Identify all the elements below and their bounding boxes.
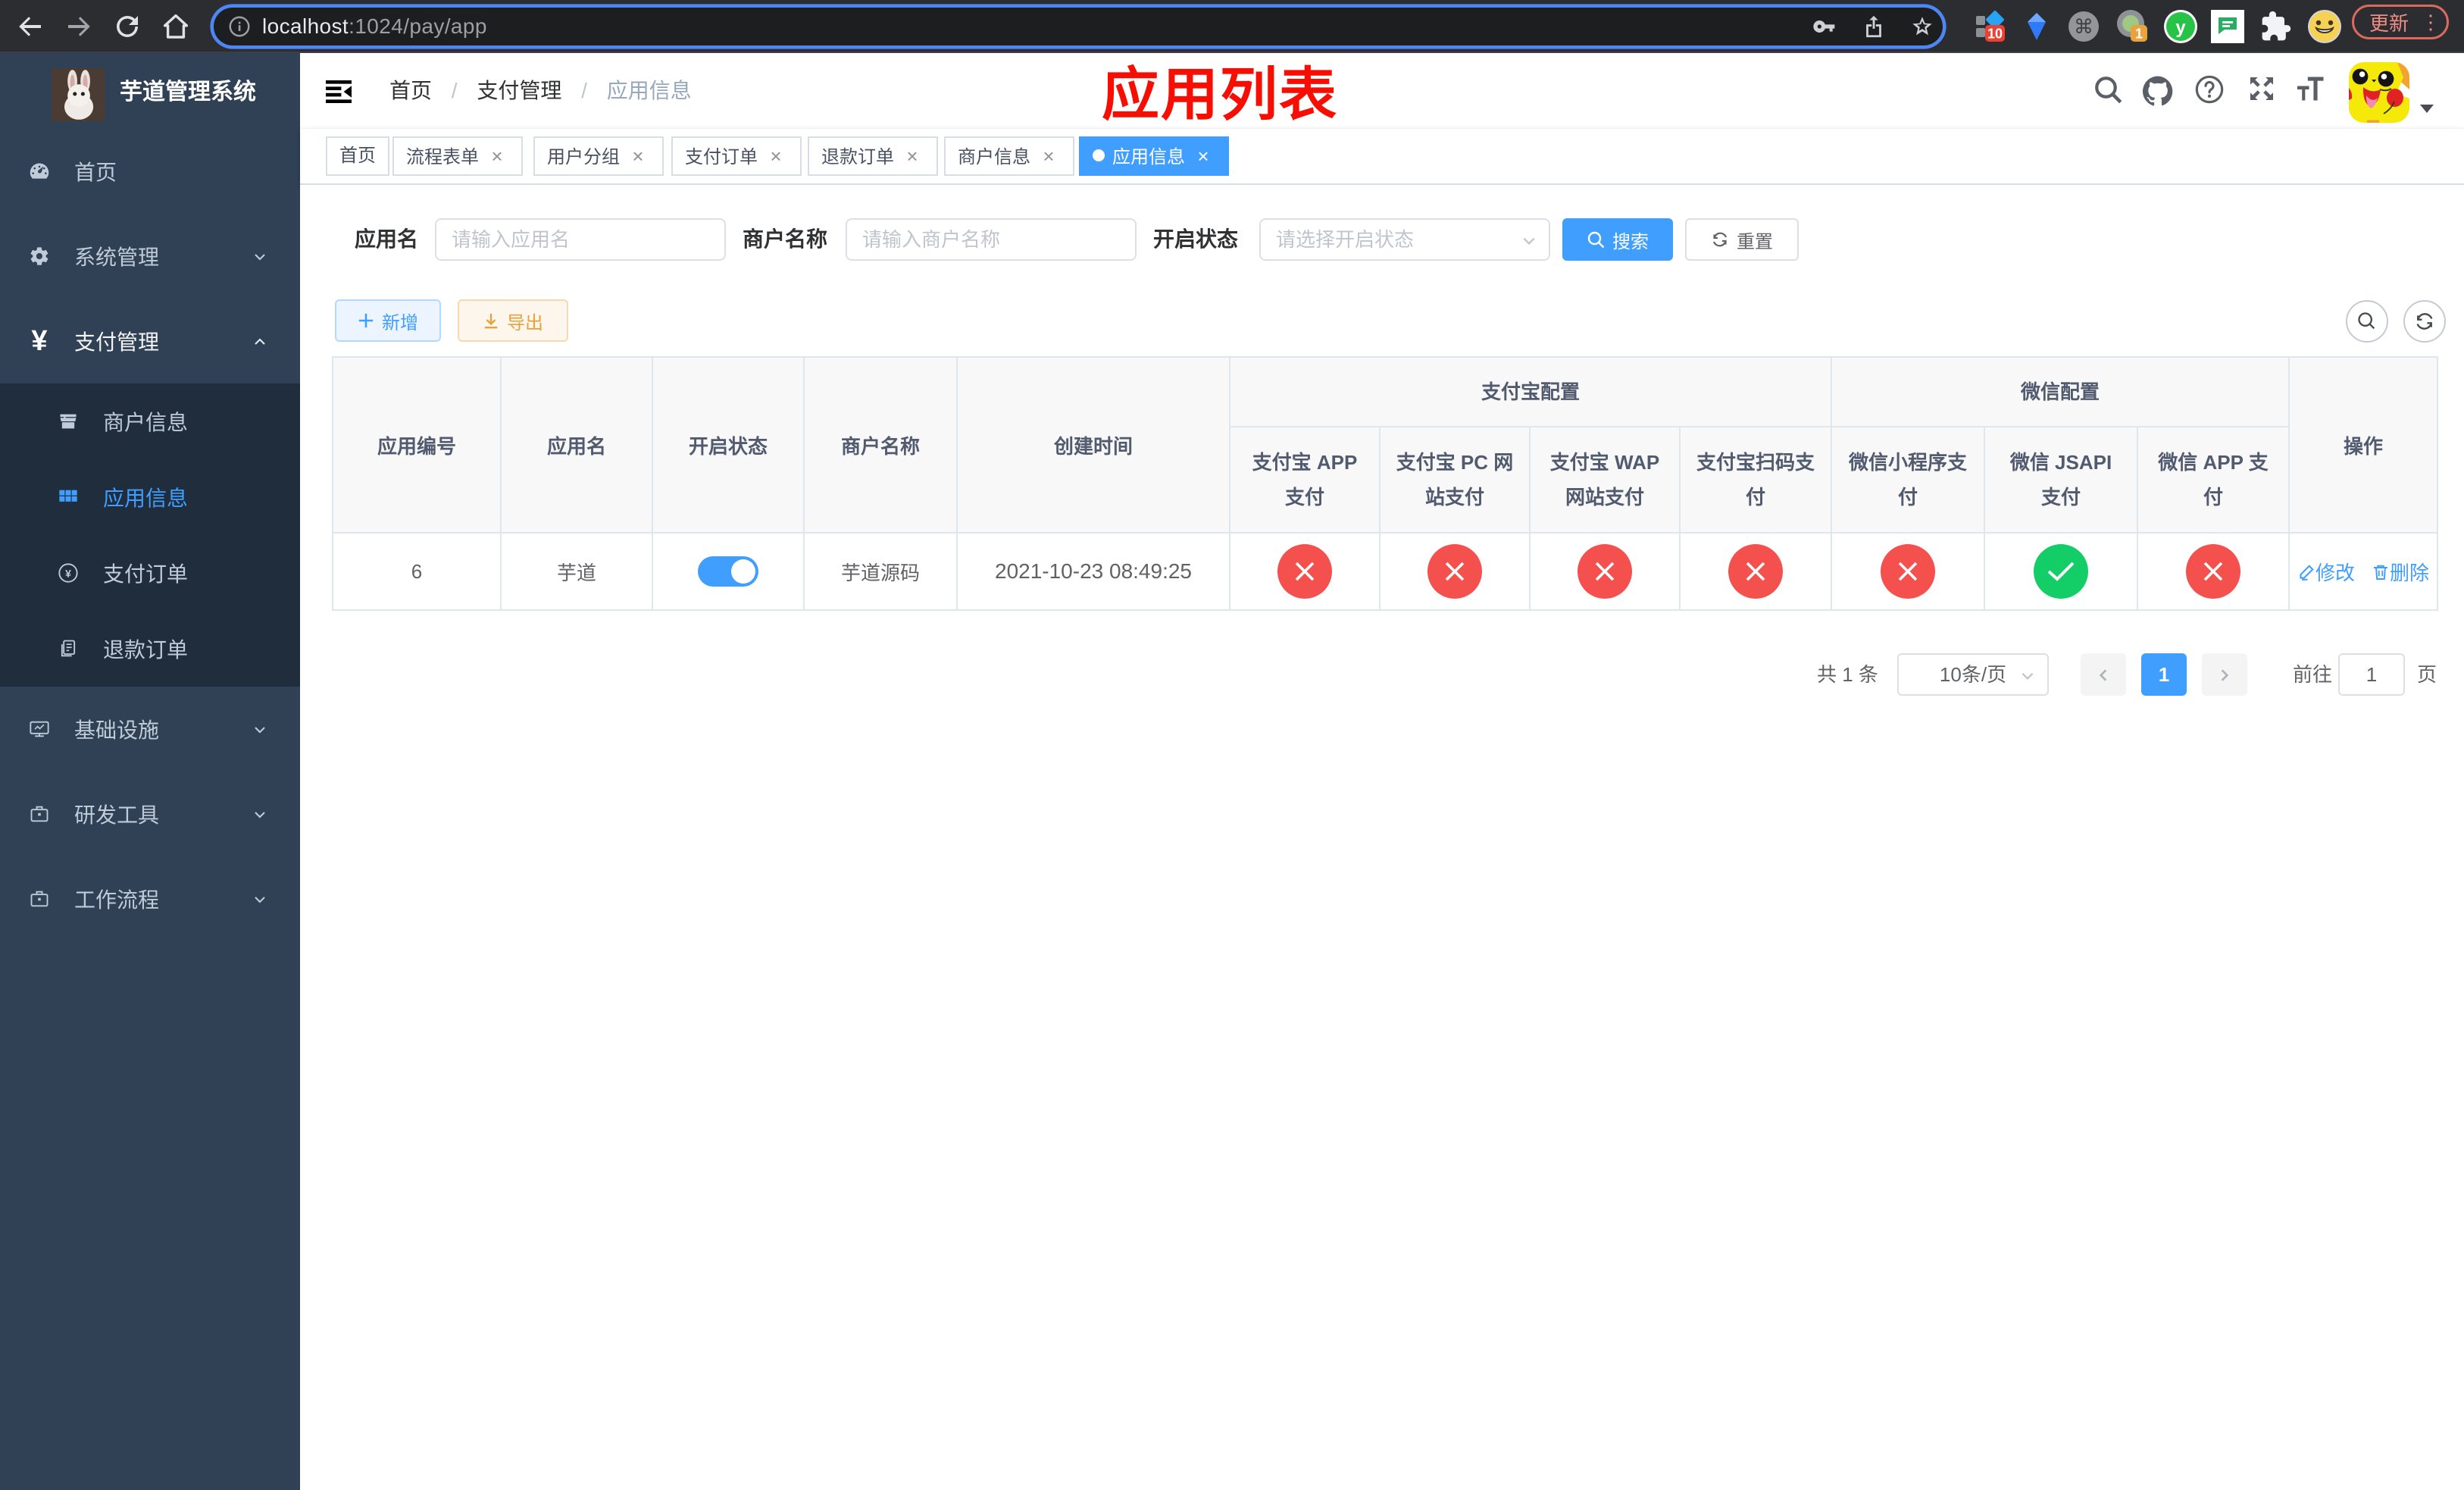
svg-text:y: y — [2175, 17, 2186, 38]
svg-text:⌘: ⌘ — [2074, 15, 2093, 38]
svg-text:¥: ¥ — [65, 567, 71, 579]
svg-text:10: 10 — [1987, 26, 2003, 41]
svg-text:1: 1 — [2135, 27, 2143, 42]
